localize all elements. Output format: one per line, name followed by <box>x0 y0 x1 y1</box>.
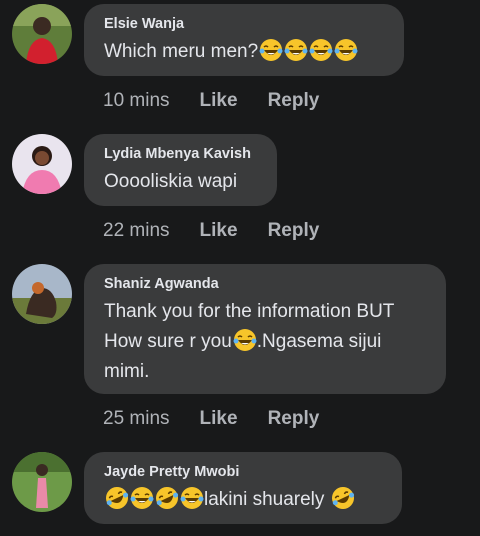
comment-text: Thank you for the information BUT How su… <box>104 301 395 382</box>
laughing-tears-emoji-icon <box>259 38 283 62</box>
comment-actions: 25 mins Like Reply <box>103 408 319 430</box>
comment-timestamp[interactable]: 10 mins <box>103 90 170 112</box>
comment-timestamp[interactable]: 25 mins <box>103 408 170 430</box>
avatar-jayde-pretty-mwobi[interactable] <box>12 452 72 512</box>
laughing-tears-emoji-icon <box>284 38 308 62</box>
laughing-tears-emoji-icon <box>180 486 204 510</box>
reply-button[interactable]: Reply <box>268 220 320 242</box>
avatar-shaniz-agwanda[interactable] <box>12 264 72 324</box>
comment-bubble: Jayde Pretty Mwobi lakini shuarely <box>84 452 402 524</box>
comment-author[interactable]: Lydia Mbenya Kavish <box>104 145 257 163</box>
avatar-elsie-wanja[interactable] <box>12 4 72 64</box>
comment-bubble: Lydia Mbenya Kavish Ooooliskia wapi <box>84 134 277 206</box>
rolling-laughing-emoji-icon <box>105 486 129 510</box>
comment-timestamp[interactable]: 22 mins <box>103 220 170 242</box>
avatar-lydia-mbenya-kavish[interactable] <box>12 134 72 194</box>
comment-text: Ooooliskia wapi <box>104 171 238 192</box>
comment-author[interactable]: Jayde Pretty Mwobi <box>104 463 382 481</box>
rolling-laughing-emoji-icon <box>331 486 355 510</box>
like-button[interactable]: Like <box>200 408 238 430</box>
comment-bubble: Shaniz Agwanda Thank you for the informa… <box>84 264 446 394</box>
laughing-tears-emoji-icon <box>309 38 333 62</box>
laughing-tears-emoji-icon <box>130 486 154 510</box>
comment-text: lakini shuarely <box>104 485 382 515</box>
laughing-tears-emoji-icon <box>233 328 257 352</box>
comment-actions: 22 mins Like Reply <box>103 220 319 242</box>
comment-actions: 10 mins Like Reply <box>103 90 319 112</box>
reply-button[interactable]: Reply <box>268 90 320 112</box>
comment-text: Which meru men? <box>104 37 384 67</box>
comment-bubble: Elsie Wanja Which meru men? <box>84 4 404 76</box>
like-button[interactable]: Like <box>200 90 238 112</box>
laughing-tears-emoji-icon <box>334 38 358 62</box>
comment-author[interactable]: Elsie Wanja <box>104 15 384 33</box>
reply-button[interactable]: Reply <box>268 408 320 430</box>
like-button[interactable]: Like <box>200 220 238 242</box>
comment-author[interactable]: Shaniz Agwanda <box>104 275 426 293</box>
rolling-laughing-emoji-icon <box>155 486 179 510</box>
